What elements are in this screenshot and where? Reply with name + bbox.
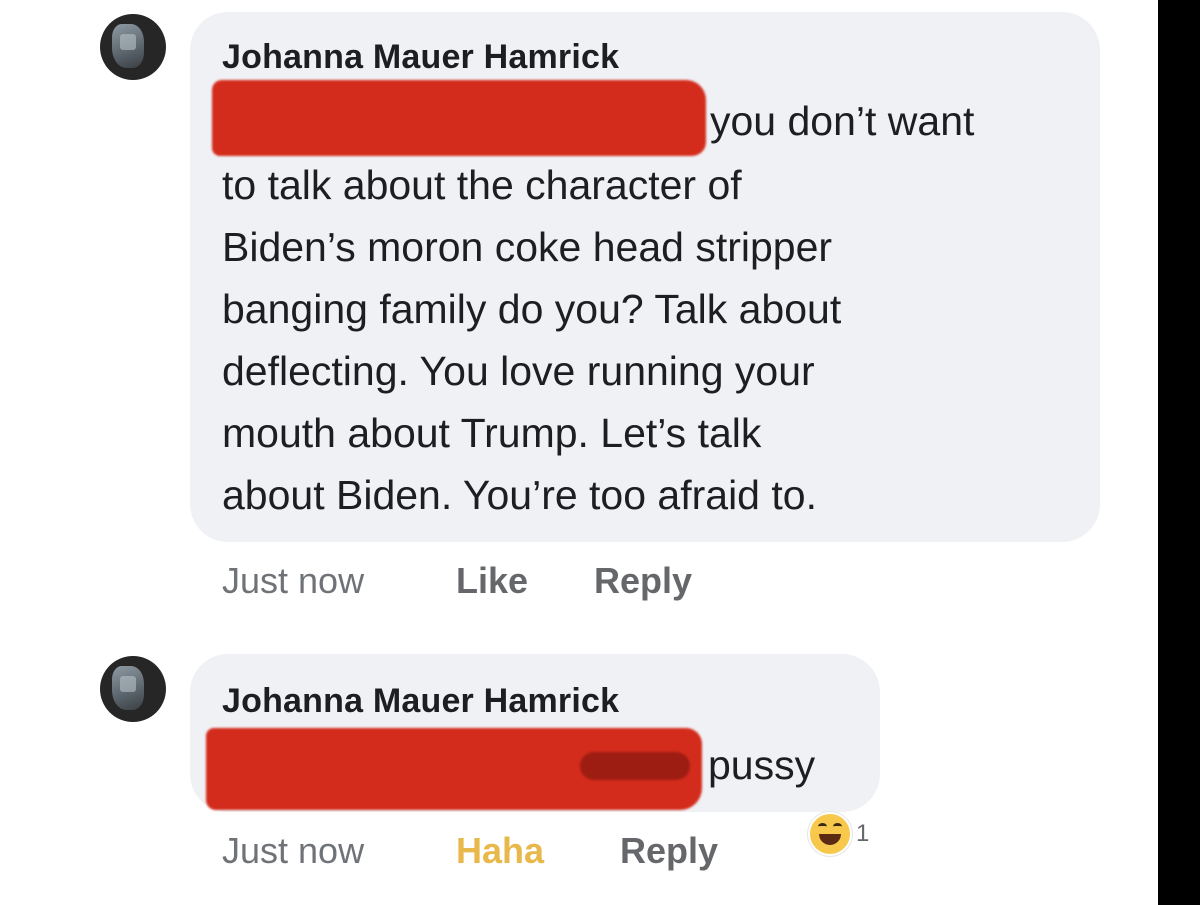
profile-photo-detail — [120, 676, 136, 692]
edge-bar — [1158, 0, 1200, 905]
haha-emoji-icon[interactable] — [808, 812, 852, 856]
comment-text-line: deflecting. You love running your — [222, 348, 815, 394]
comment-author[interactable]: Johanna Mauer Hamrick — [222, 682, 619, 721]
avatar[interactable] — [100, 14, 166, 80]
reply-button[interactable]: Reply — [620, 830, 718, 872]
comment-timestamp: Just now — [222, 560, 365, 601]
comment-author[interactable]: Johanna Mauer Hamrick — [222, 38, 619, 77]
comment-text-line: mouth about Trump. Let’s talk — [222, 410, 762, 456]
redaction-mark — [212, 80, 706, 156]
comment-text-line: banging family do you? Talk about — [222, 286, 842, 332]
profile-photo-detail — [120, 34, 136, 50]
comment-text-line: about Biden. You’re too afraid to. — [222, 472, 817, 518]
emoji-eye — [818, 823, 827, 830]
comment-text-line: pussy — [708, 742, 816, 788]
comment-timestamp: Just now — [222, 830, 365, 871]
haha-reaction-button[interactable]: Haha — [456, 830, 544, 872]
avatar[interactable] — [100, 656, 166, 722]
comment-text-line: Biden’s moron coke head stripper — [222, 224, 833, 270]
like-button[interactable]: Like — [456, 560, 528, 602]
redaction-mark — [580, 752, 690, 780]
comment-text-line: you don’t want — [710, 98, 975, 144]
reply-button[interactable]: Reply — [594, 560, 692, 602]
comment-thread: Johanna Mauer Hamrick you don’t want to … — [0, 0, 1200, 905]
reaction-count[interactable]: 1 — [856, 820, 869, 848]
comment-text-line: to talk about the character of — [222, 162, 742, 208]
emoji-mouth — [819, 834, 841, 845]
emoji-eye — [833, 823, 842, 830]
